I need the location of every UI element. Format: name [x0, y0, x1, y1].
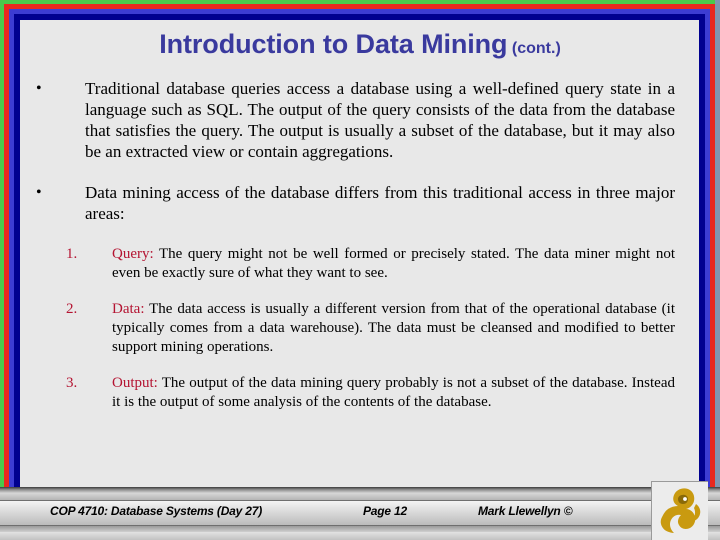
footer-rule-upper — [0, 500, 720, 501]
bullet-item: • Traditional database queries access a … — [30, 78, 675, 162]
numbered-item: 2. Data: The data access is usually a di… — [30, 300, 675, 357]
numbered-item-keyword: Data — [112, 301, 141, 317]
slide-title-suffix: (cont.) — [511, 40, 561, 57]
numbered-item-body: The data access is usually a different v… — [112, 301, 675, 355]
slide-body: • Traditional database queries access a … — [30, 78, 675, 412]
numbered-item-body: The query might not be well formed or pr… — [112, 246, 675, 281]
numbered-item-number: 1. — [66, 246, 78, 262]
bullet-marker: • — [36, 184, 42, 201]
numbered-item-text: Data: The data access is usually a diffe… — [112, 300, 675, 357]
slide-title-main: Introduction to Data Mining — [159, 29, 508, 59]
slide-title: Introduction to Data Mining (cont.) — [30, 29, 690, 60]
numbered-item-text: Output: The output of the data mining qu… — [112, 374, 675, 412]
footer-page-number: Page 12 — [363, 504, 407, 518]
slide: Introduction to Data Mining (cont.) • Tr… — [0, 0, 720, 540]
numbered-item-number: 2. — [66, 301, 78, 317]
bullet-text: Data mining access of the database diffe… — [85, 183, 675, 223]
numbered-item: 1. Query: The query might not be well fo… — [30, 245, 675, 283]
slide-footer: COP 4710: Database Systems (Day 27) Page… — [0, 481, 720, 540]
pegasus-logo-icon — [660, 488, 701, 533]
numbered-item-number: 3. — [66, 375, 78, 391]
numbered-item-keyword: Query — [112, 246, 150, 262]
bullet-text: Traditional database queries access a da… — [85, 79, 675, 161]
footer-course-label: COP 4710: Database Systems (Day 27) — [50, 504, 263, 518]
numbered-item: 3. Output: The output of the data mining… — [30, 374, 675, 412]
footer-band-bottom — [0, 532, 720, 540]
bullet-marker: • — [36, 80, 42, 97]
pegasus-logo — [651, 481, 708, 540]
numbered-item-body: The output of the data mining query prob… — [112, 375, 675, 410]
numbered-item-text: Query: The query might not be well forme… — [112, 245, 675, 283]
bullet-item: • Data mining access of the database dif… — [30, 182, 675, 224]
pegasus-eye-icon — [683, 497, 687, 501]
numbered-item-keyword: Output — [112, 375, 154, 391]
footer-author-label: Mark Llewellyn © — [478, 504, 573, 518]
